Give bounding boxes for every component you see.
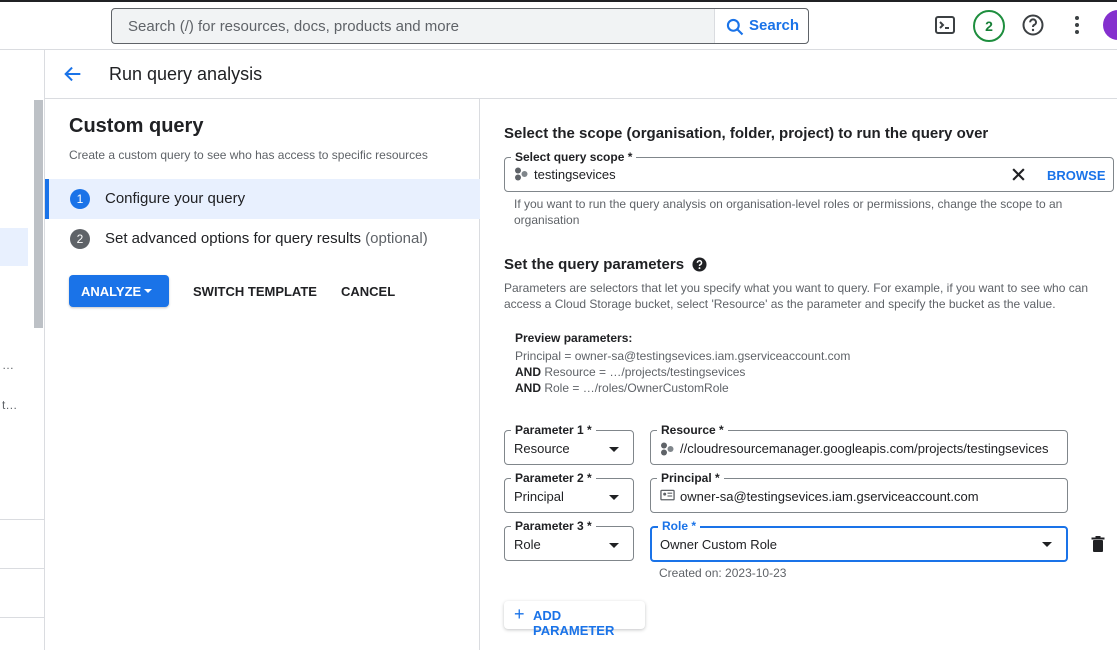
project-icon [661, 442, 674, 456]
clear-icon[interactable] [1011, 167, 1026, 182]
top-border [0, 0, 1117, 2]
more-vert-icon[interactable] [1065, 13, 1089, 37]
parameter-2-select[interactable]: Parameter 2 * Principal [504, 471, 634, 513]
top-bar: Search (/) for resources, docs, products… [0, 0, 1117, 50]
dropdown-arrow-icon [1042, 542, 1052, 547]
scope-heading: Select the scope (organisation, folder, … [504, 125, 989, 142]
back-arrow-icon[interactable] [62, 63, 84, 85]
parameter-1-select[interactable]: Parameter 1 * Resource [504, 423, 634, 465]
step-number: 1 [70, 189, 90, 209]
scope-value: testingsevices [534, 167, 616, 182]
step-label: Configure your query [105, 190, 246, 207]
add-parameter-button[interactable]: + ADD PARAMETER [504, 601, 645, 638]
search-box[interactable]: Search (/) for resources, docs, products… [111, 8, 809, 44]
params-heading-text: Set the query parameters [504, 256, 685, 273]
delete-icon[interactable] [1091, 536, 1105, 552]
dropdown-arrow-icon [609, 447, 619, 452]
step-optional: (optional) [365, 230, 428, 247]
principal-label: Principal * [657, 471, 724, 485]
avatar[interactable] [1103, 10, 1117, 40]
scope-field-label: Select query scope * [511, 150, 637, 164]
panel-title: Custom query [69, 115, 204, 137]
role-label: Role * [658, 519, 701, 533]
nav-divider [0, 568, 45, 569]
parameter-label: Parameter 1 * [511, 423, 596, 437]
principal-value: owner-sa@testingsevices.iam.gserviceacco… [680, 489, 979, 504]
step-number: 2 [70, 229, 90, 249]
preview-line: AND Resource = …/projects/testingsevices [515, 365, 745, 379]
parameter-3-select[interactable]: Parameter 3 * Role [504, 519, 634, 561]
search-button-label: Search [749, 17, 800, 34]
query-form: Select the scope (organisation, folder, … [480, 99, 1117, 650]
preview-line: AND Role = …/roles/OwnerCustomRole [515, 381, 729, 395]
role-value: Owner Custom Role [660, 537, 778, 552]
step-label: Set advanced options for query results (… [105, 230, 428, 247]
nav-item-truncated[interactable]: t… [2, 398, 17, 412]
left-nav: … t… [0, 50, 45, 650]
help-circle-icon[interactable] [692, 257, 707, 272]
preview-parameters: Preview parameters: Principal = owner-sa… [504, 319, 1104, 399]
step-advanced-options[interactable]: 2 Set advanced options for query results… [45, 219, 480, 259]
preview-and: AND [515, 365, 541, 379]
project-icon [515, 167, 528, 181]
search-button[interactable]: Search [714, 9, 808, 43]
params-help-text: Parameters are selectors that let you sp… [504, 281, 1089, 311]
nav-divider [0, 519, 45, 520]
cancel-button[interactable]: CANCEL [341, 275, 395, 307]
switch-template-button[interactable]: SWITCH TEMPLATE [193, 275, 317, 307]
resource-value: //cloudresourcemanager.googleapis.com/pr… [680, 441, 1049, 456]
cloud-shell-icon[interactable] [933, 13, 957, 37]
add-parameter-label: ADD PARAMETER [533, 608, 615, 638]
parameter-label: Parameter 3 * [511, 519, 596, 533]
preview-line-text: Resource = …/projects/testingsevices [541, 365, 746, 379]
preview-line: Principal = owner-sa@testingsevices.iam.… [515, 349, 851, 363]
query-scope-field[interactable]: Select query scope * testingsevices BROW… [504, 150, 1114, 192]
step-configure-query[interactable]: 1 Configure your query [45, 179, 480, 219]
resource-field[interactable]: Resource * //cloudresourcemanager.google… [650, 423, 1068, 465]
scope-help-text: If you want to run the query analysis on… [514, 197, 1063, 227]
browse-button[interactable]: BROWSE [1047, 168, 1106, 183]
role-select[interactable]: Role * Owner Custom Role [650, 519, 1068, 562]
preview-title: Preview parameters: [515, 331, 633, 345]
help-icon[interactable] [1021, 13, 1045, 37]
page-title: Run query analysis [109, 64, 263, 84]
role-created-date: Created on: 2023-10-23 [659, 566, 787, 580]
principal-field[interactable]: Principal * owner-sa@testingsevices.iam.… [650, 471, 1068, 513]
dropdown-arrow-icon [609, 495, 619, 500]
dropdown-arrow-icon [609, 543, 619, 548]
parameter-label: Parameter 2 * [511, 471, 596, 485]
resource-label: Resource * [657, 423, 728, 437]
preview-line-text: Role = …/roles/OwnerCustomRole [541, 381, 729, 395]
nav-scrollbar[interactable] [34, 100, 43, 328]
search-input[interactable]: Search (/) for resources, docs, products… [128, 18, 459, 35]
parameter-value: Principal [514, 489, 564, 504]
params-heading: Set the query parameters [504, 254, 707, 273]
nav-selected-item[interactable] [0, 228, 28, 266]
nav-item-truncated[interactable]: … [2, 358, 14, 372]
step-label-text: Set advanced options for query results [105, 230, 361, 247]
arrow-drop-down-icon [144, 289, 152, 293]
panel-description: Create a custom query to see who has acc… [69, 148, 428, 162]
page-header: Run query analysis [45, 50, 1117, 99]
service-account-icon [660, 489, 675, 501]
plus-icon: + [514, 604, 525, 624]
parameter-value: Role [514, 537, 541, 552]
analyze-button-label: ANALYZE [81, 284, 142, 299]
search-icon [726, 18, 744, 36]
notifications-badge[interactable]: 2 [973, 10, 1005, 42]
analyze-button[interactable]: ANALYZE [69, 275, 169, 307]
custom-query-panel: Custom query Create a custom query to se… [45, 99, 480, 650]
nav-divider [0, 617, 45, 618]
preview-and: AND [515, 381, 541, 395]
parameter-value: Resource [514, 441, 570, 456]
